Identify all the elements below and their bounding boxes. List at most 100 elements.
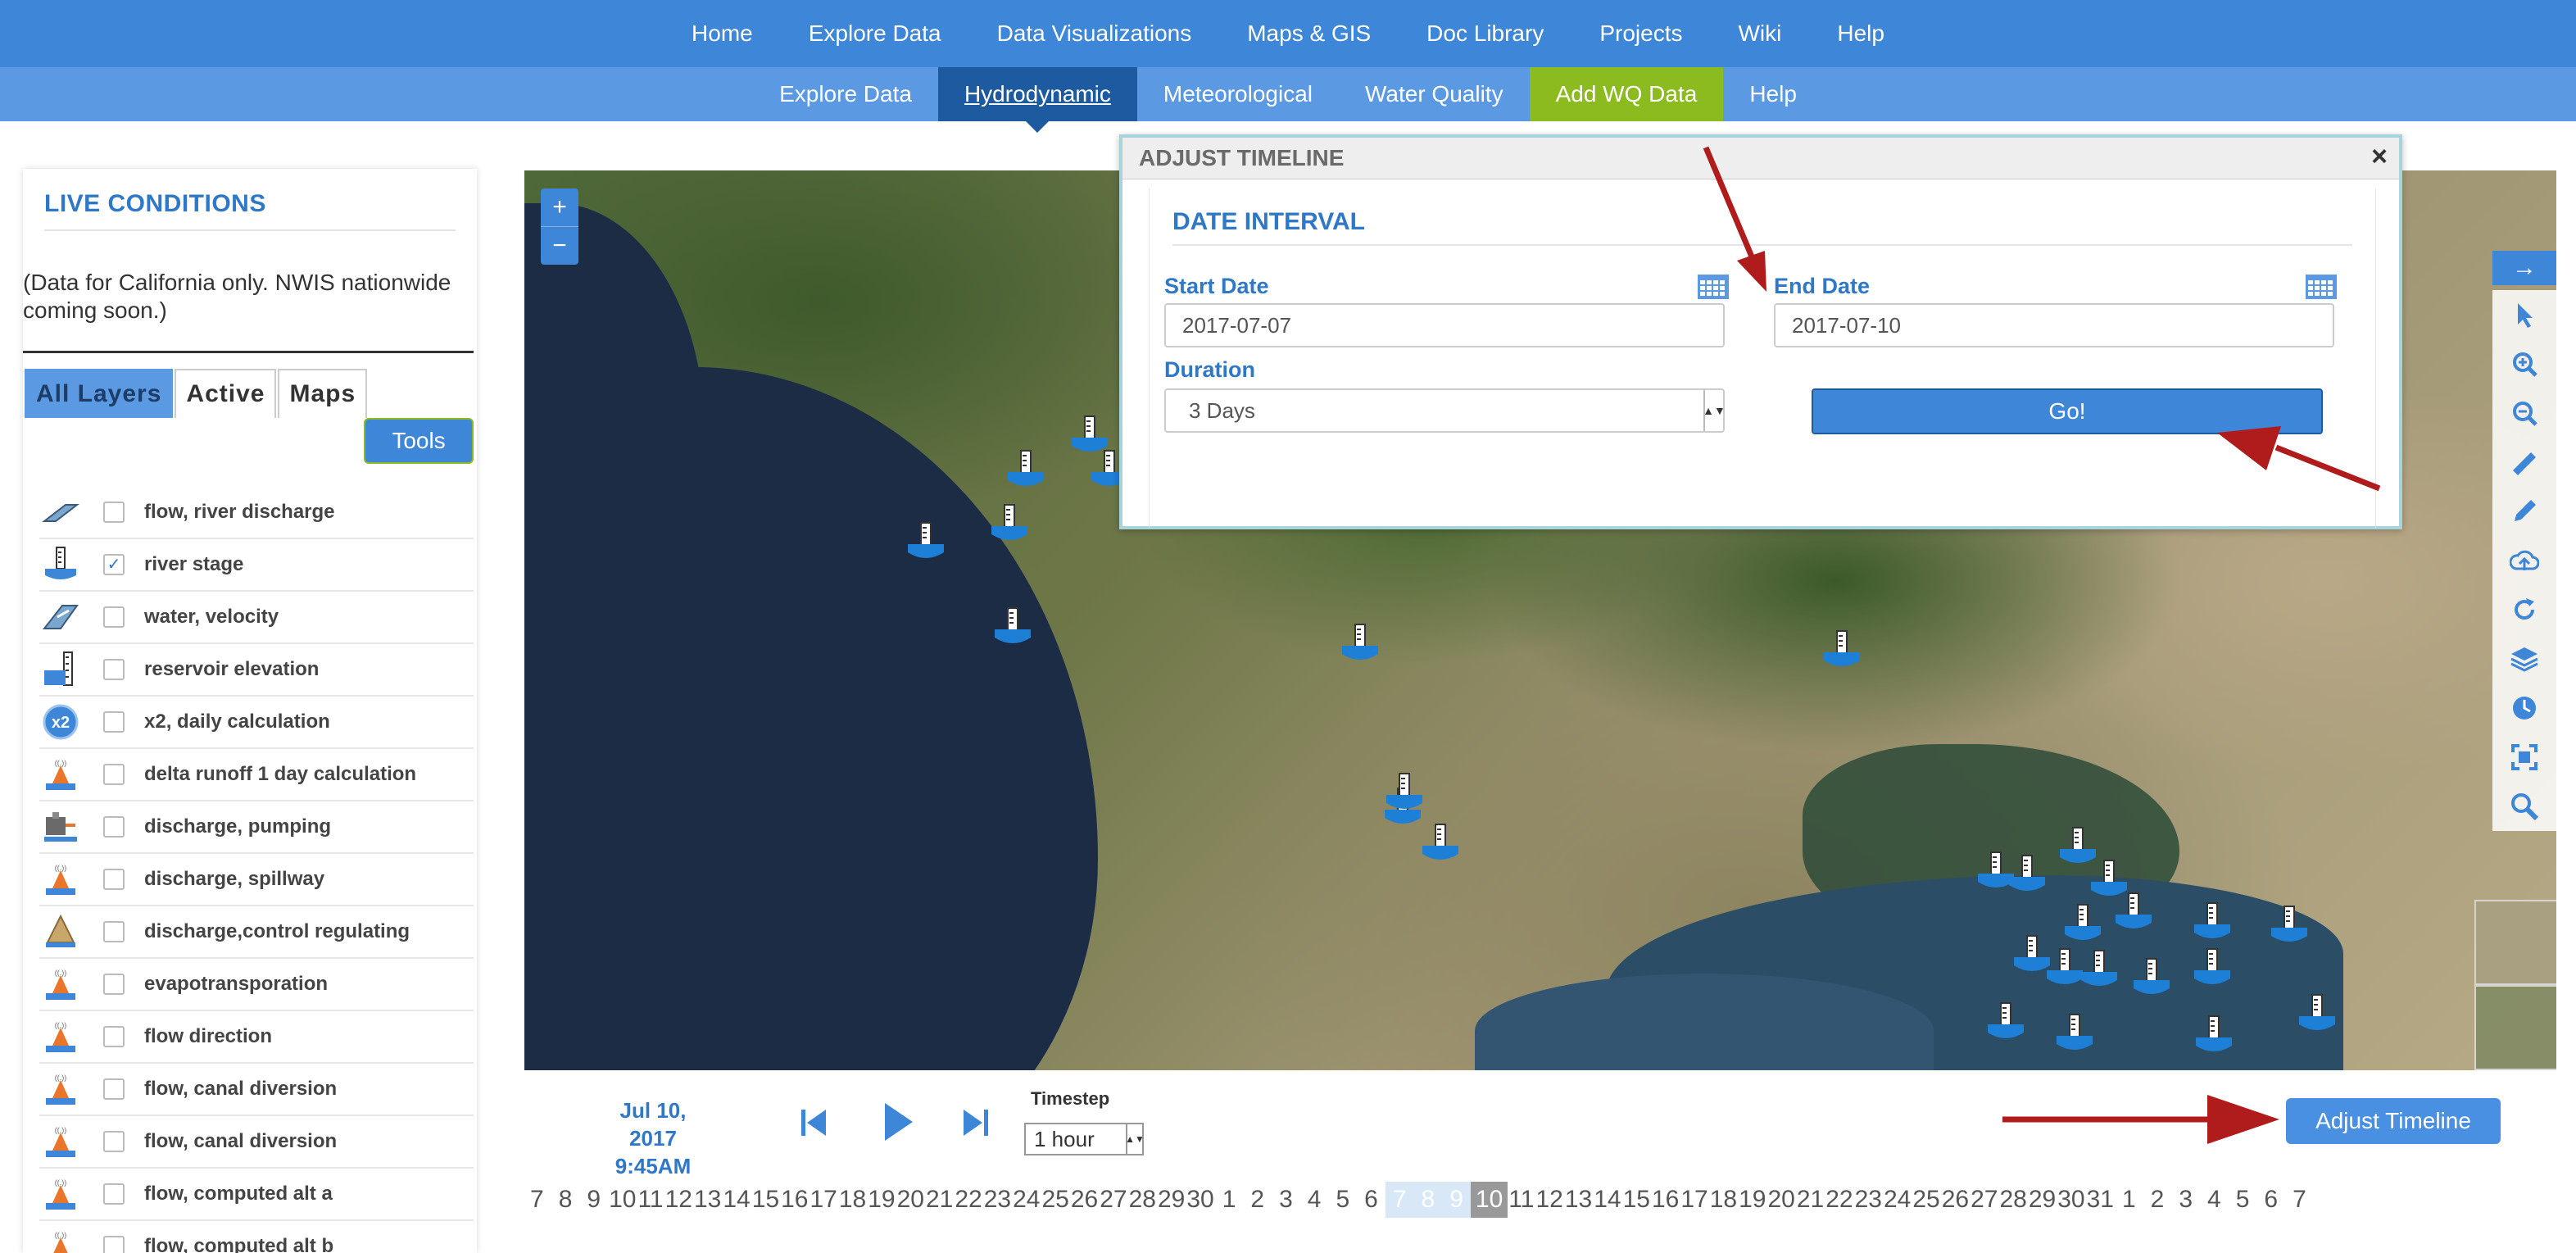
- day-tick[interactable]: 7: [530, 1186, 544, 1214]
- day-tick[interactable]: 16: [1652, 1186, 1679, 1214]
- layer-row[interactable]: discharge,control regulating: [39, 906, 474, 959]
- day-tick[interactable]: 17: [1680, 1186, 1708, 1214]
- day-tick[interactable]: 13: [1565, 1186, 1592, 1214]
- play-icon[interactable]: [882, 1101, 914, 1142]
- subnav-item-meteorological[interactable]: Meteorological: [1137, 67, 1339, 121]
- day-tick[interactable]: 9: [587, 1186, 601, 1214]
- tab-active[interactable]: Active: [175, 369, 277, 418]
- day-tick[interactable]: 22: [955, 1186, 982, 1214]
- day-tick[interactable]: 11: [637, 1186, 663, 1214]
- nav-item-help[interactable]: Help: [1837, 20, 1884, 47]
- day-tick[interactable]: 8: [559, 1186, 573, 1214]
- river-stage-marker[interactable]: [990, 503, 1029, 544]
- layer-row[interactable]: reservoir elevation: [39, 644, 474, 697]
- day-tick[interactable]: 21: [1797, 1186, 1824, 1214]
- layer-row[interactable]: ((.)) flow, computed alt b: [39, 1221, 474, 1253]
- layer-checkbox[interactable]: [103, 502, 125, 523]
- basemap-thumbnail[interactable]: [2474, 900, 2556, 985]
- clock-icon[interactable]: [2492, 683, 2556, 733]
- river-stage-marker[interactable]: [1822, 629, 1862, 670]
- day-tick[interactable]: 1: [2122, 1186, 2136, 1214]
- day-tick[interactable]: 26: [1071, 1186, 1098, 1214]
- day-tick[interactable]: 7: [1385, 1182, 1414, 1218]
- subnav-item-water-quality[interactable]: Water Quality: [1339, 67, 1530, 121]
- subnav-item-add-wq-data[interactable]: Add WQ Data: [1529, 67, 1724, 121]
- day-tick[interactable]: 26: [1942, 1186, 1969, 1214]
- layer-row[interactable]: ((.)) delta runoff 1 day calculation: [39, 749, 474, 801]
- ruler-icon[interactable]: [2492, 438, 2556, 487]
- day-tick[interactable]: 9: [1442, 1182, 1471, 1218]
- layer-checkbox[interactable]: [103, 659, 125, 680]
- refresh-icon[interactable]: [2492, 585, 2556, 634]
- day-tick[interactable]: 5: [2236, 1186, 2250, 1214]
- day-tick[interactable]: 30: [2057, 1186, 2084, 1214]
- start-date-input[interactable]: 2017-07-07: [1164, 303, 1725, 347]
- layer-row[interactable]: ((.)) discharge, spillway: [39, 854, 474, 906]
- river-stage-marker[interactable]: [2297, 993, 2337, 1034]
- river-stage-marker[interactable]: [1006, 449, 1045, 490]
- day-tick[interactable]: 25: [1912, 1186, 1939, 1214]
- river-stage-marker[interactable]: [2055, 1013, 2094, 1054]
- layer-checkbox[interactable]: [103, 711, 125, 733]
- layer-checkbox[interactable]: [103, 764, 125, 785]
- river-stage-marker[interactable]: [906, 521, 946, 562]
- zoom-in-button[interactable]: +: [541, 188, 578, 227]
- pointer-icon[interactable]: [2492, 290, 2556, 339]
- arrow-right-icon[interactable]: →: [2492, 251, 2556, 285]
- subnav-item-explore-data[interactable]: Explore Data: [753, 67, 938, 121]
- day-tick[interactable]: 20: [1767, 1186, 1794, 1214]
- river-stage-marker[interactable]: [2079, 949, 2119, 990]
- timestep-select[interactable]: 1 hour ▲▼: [1024, 1123, 1145, 1155]
- day-tick[interactable]: 5: [1336, 1186, 1349, 1214]
- close-icon[interactable]: ×: [2371, 141, 2388, 173]
- day-tick[interactable]: 27: [1100, 1186, 1127, 1214]
- day-tick[interactable]: 24: [1884, 1186, 1911, 1214]
- day-tick[interactable]: 19: [1739, 1186, 1766, 1214]
- day-tick[interactable]: 12: [1535, 1186, 1562, 1214]
- day-tick[interactable]: 25: [1041, 1186, 1068, 1214]
- day-tick[interactable]: 10: [1470, 1182, 1508, 1218]
- nav-item-home[interactable]: Home: [692, 20, 753, 47]
- tab-maps[interactable]: Maps: [278, 369, 368, 418]
- adjust-timeline-button[interactable]: Adjust Timeline: [2286, 1098, 2501, 1144]
- day-tick[interactable]: 28: [1129, 1186, 1156, 1214]
- subnav-item-hydrodynamic[interactable]: Hydrodynamic: [937, 67, 1137, 133]
- layer-checkbox[interactable]: [103, 869, 125, 890]
- pencil-icon[interactable]: [2492, 487, 2556, 536]
- river-stage-marker[interactable]: [1385, 772, 1424, 813]
- layer-checkbox[interactable]: [103, 1236, 125, 1253]
- river-stage-marker[interactable]: [1340, 623, 1380, 664]
- layer-row[interactable]: ((.)) flow direction: [39, 1011, 474, 1064]
- day-tick[interactable]: 28: [1999, 1186, 2026, 1214]
- fullscreen-icon[interactable]: [2492, 733, 2556, 782]
- river-stage-marker[interactable]: [2193, 901, 2232, 942]
- day-tick[interactable]: 8: [1413, 1182, 1443, 1218]
- day-tick[interactable]: 4: [2207, 1186, 2221, 1214]
- day-tick[interactable]: 12: [665, 1186, 692, 1214]
- nav-item-explore-data[interactable]: Explore Data: [809, 20, 941, 47]
- day-tick[interactable]: 24: [1013, 1186, 1040, 1214]
- layer-checkbox[interactable]: [103, 974, 125, 995]
- layer-checkbox[interactable]: ✓: [103, 554, 125, 575]
- calendar-icon[interactable]: [1697, 274, 1730, 300]
- day-tick[interactable]: 7: [2293, 1186, 2306, 1214]
- day-tick[interactable]: 16: [781, 1186, 808, 1214]
- river-stage-marker[interactable]: [2194, 1015, 2234, 1056]
- zoom-in-icon[interactable]: [2492, 339, 2556, 388]
- river-stage-marker[interactable]: [2012, 934, 2052, 975]
- day-tick[interactable]: 18: [839, 1186, 866, 1214]
- end-date-input[interactable]: 2017-07-10: [1774, 303, 2334, 347]
- layer-checkbox[interactable]: [103, 921, 125, 942]
- river-stage-marker[interactable]: [1421, 823, 1460, 864]
- nav-item-wiki[interactable]: Wiki: [1739, 20, 1782, 47]
- layer-checkbox[interactable]: [103, 1131, 125, 1152]
- nav-item-data-visualizations[interactable]: Data Visualizations: [997, 20, 1192, 47]
- day-tick[interactable]: 3: [1279, 1186, 1293, 1214]
- day-tick[interactable]: 20: [897, 1186, 924, 1214]
- layer-checkbox[interactable]: [103, 606, 125, 628]
- step-back-icon[interactable]: [800, 1106, 829, 1139]
- day-tick[interactable]: 2: [2151, 1186, 2165, 1214]
- layer-row[interactable]: flow, river discharge: [39, 487, 474, 539]
- day-tick[interactable]: 21: [926, 1186, 953, 1214]
- day-tick[interactable]: 11: [1508, 1186, 1534, 1214]
